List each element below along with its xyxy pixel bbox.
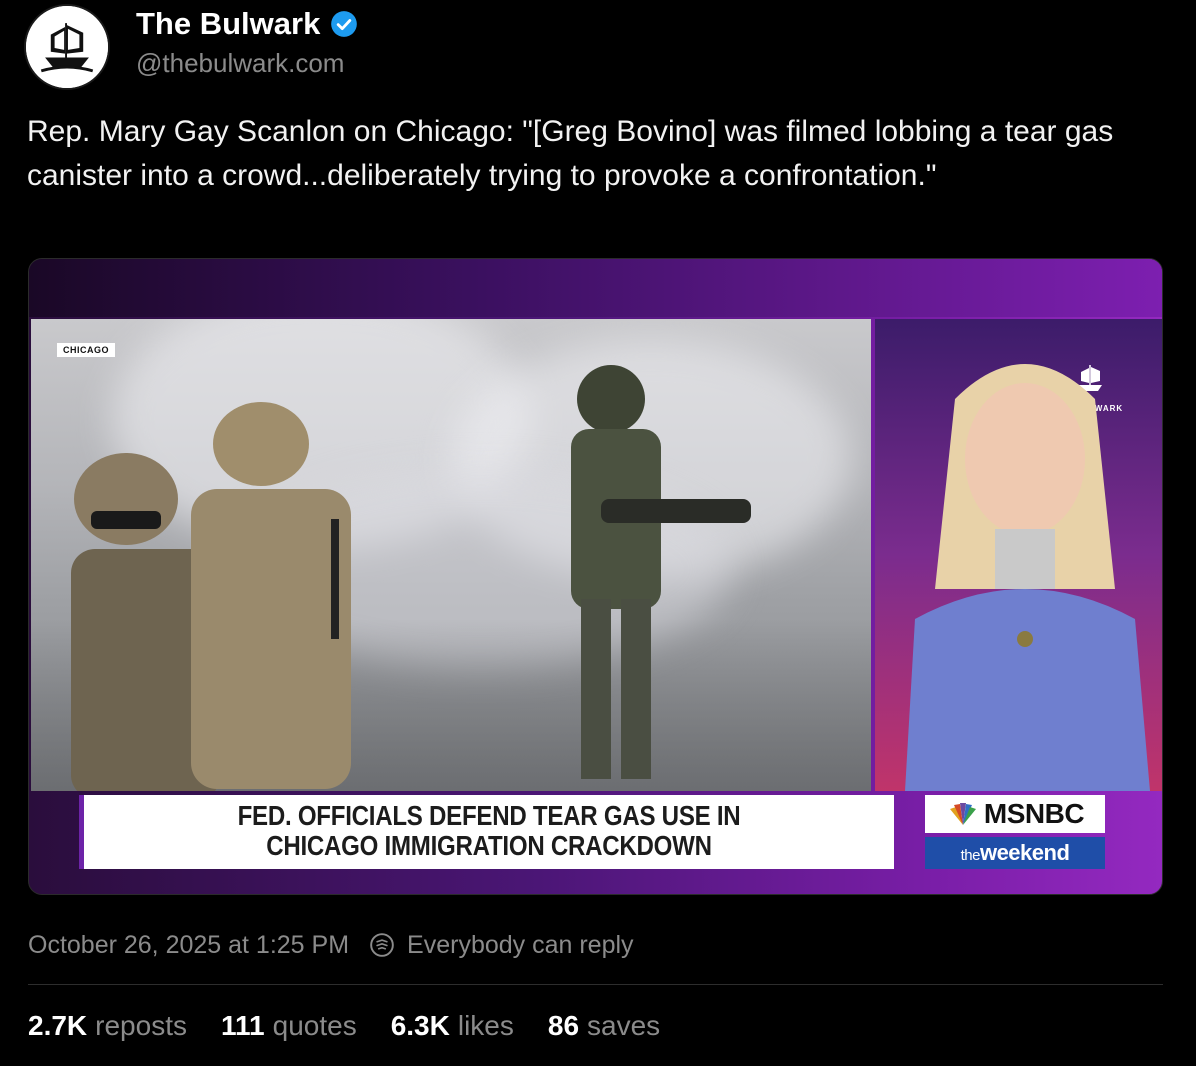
stat-saves[interactable]: 86 saves bbox=[548, 1010, 660, 1042]
engagement-stats: 2.7K reposts 111 quotes 6.3K likes 86 sa… bbox=[28, 1008, 660, 1044]
post-meta: October 26, 2025 at 1:25 PM Everybody ca… bbox=[28, 928, 634, 962]
stat-label: quotes bbox=[272, 1010, 357, 1041]
news-lower-third: FED. OFFICIALS DEFEND TEAR GAS USE IN CH… bbox=[79, 795, 894, 869]
ship-logo-icon bbox=[26, 6, 108, 88]
verified-badge-icon bbox=[331, 11, 358, 37]
show-logo: theweekend bbox=[925, 837, 1105, 869]
video-scene: CHICAGO bbox=[31, 319, 871, 791]
stat-reposts[interactable]: 2.7K reposts bbox=[28, 1010, 187, 1042]
stat-value: 86 bbox=[547, 1010, 580, 1041]
author-name-row: The Bulwark bbox=[136, 4, 358, 44]
stat-quotes[interactable]: 111 quotes bbox=[221, 1010, 357, 1042]
location-tag: CHICAGO bbox=[57, 343, 115, 357]
video-player[interactable]: CHICAGO THEBULWARK FED. OFFICIALS DEFEND… bbox=[28, 258, 1163, 895]
interviewee-figure bbox=[905, 364, 1150, 791]
show-name: weekend bbox=[979, 840, 1070, 865]
stat-value: 2.7K bbox=[28, 1010, 88, 1041]
officers-figure bbox=[71, 402, 351, 791]
stat-label: likes bbox=[457, 1010, 514, 1041]
network-logo: MSNBC bbox=[925, 795, 1105, 833]
avatar[interactable] bbox=[24, 4, 110, 90]
headline-line-1: FED. OFFICIALS DEFEND TEAR GAS USE IN bbox=[237, 800, 741, 831]
stat-likes[interactable]: 6.3K likes bbox=[391, 1010, 514, 1042]
stat-label: reposts bbox=[95, 1010, 187, 1041]
author-handle[interactable]: @thebulwark.com bbox=[136, 48, 344, 79]
video-top-band bbox=[29, 259, 1162, 317]
reply-setting-label: Everybody can reply bbox=[407, 930, 634, 959]
stat-label: saves bbox=[587, 1010, 661, 1041]
author-name[interactable]: The Bulwark bbox=[136, 6, 320, 42]
news-headline: FED. OFFICIALS DEFEND TEAR GAS USE IN CH… bbox=[141, 801, 838, 861]
reply-settings-icon bbox=[370, 933, 394, 957]
divider bbox=[28, 984, 1163, 985]
stat-value: 6.3K bbox=[390, 1010, 450, 1041]
stat-value: 111 bbox=[220, 1010, 265, 1041]
network-name: MSNBC bbox=[983, 798, 1085, 829]
post-timestamp[interactable]: October 26, 2025 at 1:25 PM bbox=[28, 931, 349, 960]
show-title: theweekend bbox=[961, 840, 1070, 866]
show-prefix: the bbox=[960, 847, 981, 864]
interview-panel: THEBULWARK bbox=[875, 319, 1162, 791]
headline-line-2: CHICAGO IMMIGRATION CRACKDOWN bbox=[266, 830, 712, 861]
peacock-icon bbox=[949, 803, 976, 825]
agent-with-launcher-figure bbox=[571, 365, 751, 779]
post-text: Rep. Mary Gay Scanlon on Chicago: "[Greg… bbox=[27, 115, 1114, 192]
reply-setting[interactable]: Everybody can reply bbox=[369, 931, 634, 960]
